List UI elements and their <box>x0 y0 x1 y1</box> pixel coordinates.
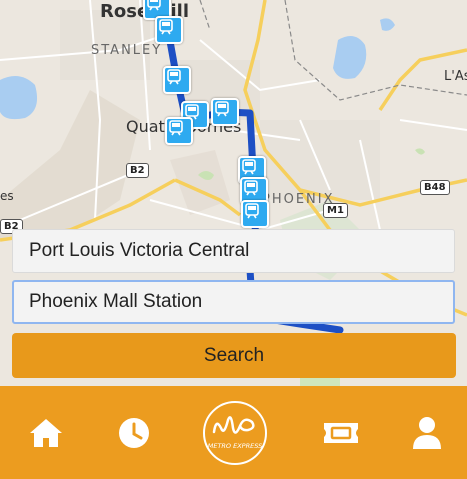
road-badge-b2: B2 <box>126 163 149 178</box>
metro-station-marker[interactable] <box>163 66 191 94</box>
road-badge-b48: B48 <box>420 180 450 195</box>
metro-station-marker[interactable] <box>211 98 239 126</box>
user-icon <box>413 416 441 449</box>
tram-icon <box>169 120 183 136</box>
metro-express-logo: METRO EXPRESS <box>203 400 267 465</box>
tram-icon <box>167 69 181 85</box>
origin-station-field[interactable]: Port Louis Victoria Central <box>12 229 455 273</box>
map-view[interactable]: Rose Hill STANLEY Quatre Bornes PHOENIX … <box>0 0 467 386</box>
nav-tickets-button[interactable] <box>314 386 368 479</box>
tram-icon <box>147 0 161 11</box>
road-badge-m1: M1 <box>323 203 348 218</box>
tram-icon <box>242 159 256 175</box>
clock-icon <box>119 417 149 448</box>
metro-station-marker[interactable] <box>241 200 269 228</box>
nav-history-button[interactable] <box>108 386 160 479</box>
nav-profile-button[interactable] <box>402 386 452 479</box>
map-background <box>0 0 467 386</box>
map-label-stanley: STANLEY <box>91 43 163 58</box>
search-button[interactable]: Search <box>12 333 456 378</box>
home-icon <box>30 418 62 447</box>
ticket-icon <box>324 422 358 443</box>
tram-icon <box>245 203 259 219</box>
map-label-es: es <box>0 189 14 203</box>
metro-station-marker[interactable] <box>155 16 183 44</box>
map-label-las: L'As <box>444 69 467 84</box>
tram-icon <box>215 101 229 117</box>
logo-text: METRO EXPRESS <box>208 442 263 450</box>
bottom-navigation-bar: METRO EXPRESS <box>0 386 467 479</box>
tram-icon <box>159 19 173 35</box>
nav-metro-express-logo[interactable]: METRO EXPRESS <box>198 386 272 479</box>
metro-station-marker[interactable] <box>165 117 193 145</box>
destination-station-field[interactable]: Phoenix Mall Station <box>12 280 455 324</box>
nav-home-button[interactable] <box>20 386 72 479</box>
tram-icon <box>244 180 258 196</box>
